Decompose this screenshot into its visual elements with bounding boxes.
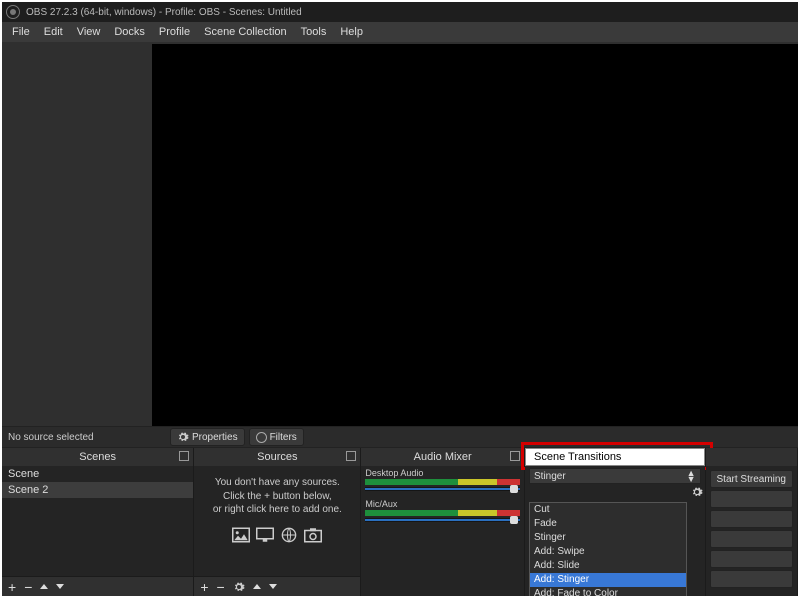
- gear-icon: [177, 431, 189, 443]
- volume-slider[interactable]: [365, 518, 520, 522]
- transition-option[interactable]: Add: Fade to Color: [530, 587, 686, 596]
- transitions-body: Stinger ▲▼ CutFadeStingerAdd: SwipeAdd: …: [525, 466, 705, 596]
- control-button[interactable]: [710, 570, 793, 588]
- source-toolbar: No source selected Properties Filters: [2, 426, 798, 448]
- volume-slider[interactable]: [365, 487, 520, 491]
- scene-up-button[interactable]: [40, 584, 48, 589]
- title-text: OBS 27.2.3 (64-bit, windows) - Profile: …: [26, 7, 302, 18]
- sources-empty-line: or right click here to add one.: [198, 503, 356, 517]
- sources-empty: You don't have any sources. Click the + …: [194, 466, 360, 521]
- mixer-track-label: Mic/Aux: [361, 497, 524, 509]
- transition-select[interactable]: Stinger ▲▼: [529, 468, 701, 484]
- maximize-icon[interactable]: [179, 451, 189, 461]
- control-button[interactable]: [710, 530, 793, 548]
- control-button[interactable]: [710, 510, 793, 528]
- transitions-header: Scene Transitions: [525, 448, 705, 466]
- source-status: No source selected: [2, 432, 170, 443]
- maximize-icon[interactable]: [346, 451, 356, 461]
- camera-icon: [304, 527, 322, 543]
- mixer-panel: Audio Mixer Desktop Audio Mic/Aux: [361, 448, 525, 596]
- scene-item[interactable]: Scene: [2, 466, 193, 482]
- source-up-button[interactable]: [253, 584, 261, 589]
- source-down-button[interactable]: [269, 584, 277, 589]
- remove-source-button[interactable]: −: [217, 580, 225, 594]
- preview-canvas[interactable]: [152, 44, 798, 426]
- menu-profile[interactable]: Profile: [153, 24, 196, 40]
- menu-tools[interactable]: Tools: [295, 24, 333, 40]
- updown-icon: ▲▼: [687, 470, 696, 482]
- mixer-header: Audio Mixer: [361, 448, 524, 466]
- source-settings-button[interactable]: [233, 581, 245, 593]
- left-gutter: [2, 42, 152, 426]
- mixer-track-label: Desktop Audio: [361, 466, 524, 478]
- remove-scene-button[interactable]: −: [24, 580, 32, 594]
- controls-body: Start Streaming: [706, 466, 797, 596]
- transition-option[interactable]: Fade: [530, 517, 686, 531]
- scene-down-button[interactable]: [56, 584, 64, 589]
- control-button[interactable]: [710, 550, 793, 568]
- transition-option[interactable]: Cut: [530, 503, 686, 517]
- transition-settings-button[interactable]: [691, 486, 703, 498]
- transition-option[interactable]: Add: Slide: [530, 559, 686, 573]
- transition-option[interactable]: Add: Stinger: [530, 573, 686, 587]
- transition-option[interactable]: Add: Swipe: [530, 545, 686, 559]
- filters-button[interactable]: Filters: [249, 428, 304, 446]
- globe-icon: [280, 527, 298, 543]
- menu-file[interactable]: File: [6, 24, 36, 40]
- image-icon: [232, 527, 250, 543]
- transitions-panel: Scene Transitions Stinger ▲▼ CutFadeStin…: [525, 448, 706, 596]
- control-button[interactable]: [710, 490, 793, 508]
- scenes-title: Scenes: [79, 451, 116, 463]
- controls-header: [706, 448, 797, 466]
- filters-label: Filters: [270, 432, 297, 443]
- properties-label: Properties: [192, 432, 238, 443]
- transition-option[interactable]: Stinger: [530, 531, 686, 545]
- source-type-icons: [194, 527, 360, 543]
- properties-button[interactable]: Properties: [170, 428, 245, 446]
- titlebar: OBS 27.2.3 (64-bit, windows) - Profile: …: [2, 2, 798, 22]
- scenes-panel: Scenes SceneScene 2 + −: [2, 448, 194, 596]
- filters-icon: [256, 432, 267, 443]
- sources-empty-line: You don't have any sources.: [198, 476, 356, 490]
- transition-dropdown[interactable]: CutFadeStingerAdd: SwipeAdd: SlideAdd: S…: [529, 502, 687, 596]
- sources-foot: + −: [194, 576, 360, 596]
- sources-header: Sources: [194, 448, 360, 466]
- start-streaming-button[interactable]: Start Streaming: [710, 470, 793, 488]
- add-scene-button[interactable]: +: [8, 580, 16, 594]
- controls-panel: Start Streaming: [706, 448, 798, 596]
- menubar: FileEditViewDocksProfileScene Collection…: [2, 22, 798, 42]
- sources-panel: Sources You don't have any sources. Clic…: [194, 448, 361, 596]
- menu-scene-collection[interactable]: Scene Collection: [198, 24, 293, 40]
- app-icon: [6, 5, 20, 19]
- add-source-button[interactable]: +: [200, 580, 208, 594]
- menu-view[interactable]: View: [71, 24, 107, 40]
- sources-empty-line: Click the + button below,: [198, 490, 356, 504]
- display-icon: [256, 527, 274, 543]
- mixer-title: Audio Mixer: [414, 451, 472, 463]
- scene-item[interactable]: Scene 2: [2, 482, 193, 498]
- work-area: [2, 42, 798, 426]
- sources-title: Sources: [257, 451, 297, 463]
- scenes-foot: + −: [2, 576, 193, 596]
- menu-help[interactable]: Help: [334, 24, 369, 40]
- scenes-body[interactable]: SceneScene 2: [2, 466, 193, 576]
- scenes-header: Scenes: [2, 448, 193, 466]
- app-window: OBS 27.2.3 (64-bit, windows) - Profile: …: [2, 2, 798, 596]
- audio-meter: [365, 479, 520, 485]
- panels: Scenes SceneScene 2 + − Sources You don'…: [2, 448, 798, 596]
- menu-docks[interactable]: Docks: [108, 24, 151, 40]
- sources-body[interactable]: You don't have any sources. Click the + …: [194, 466, 360, 576]
- transition-selected-label: Stinger: [534, 471, 566, 482]
- transitions-title: Scene Transitions: [534, 451, 621, 463]
- mixer-body: Desktop Audio Mic/Aux: [361, 466, 524, 596]
- audio-meter: [365, 510, 520, 516]
- maximize-icon[interactable]: [510, 451, 520, 461]
- menu-edit[interactable]: Edit: [38, 24, 69, 40]
